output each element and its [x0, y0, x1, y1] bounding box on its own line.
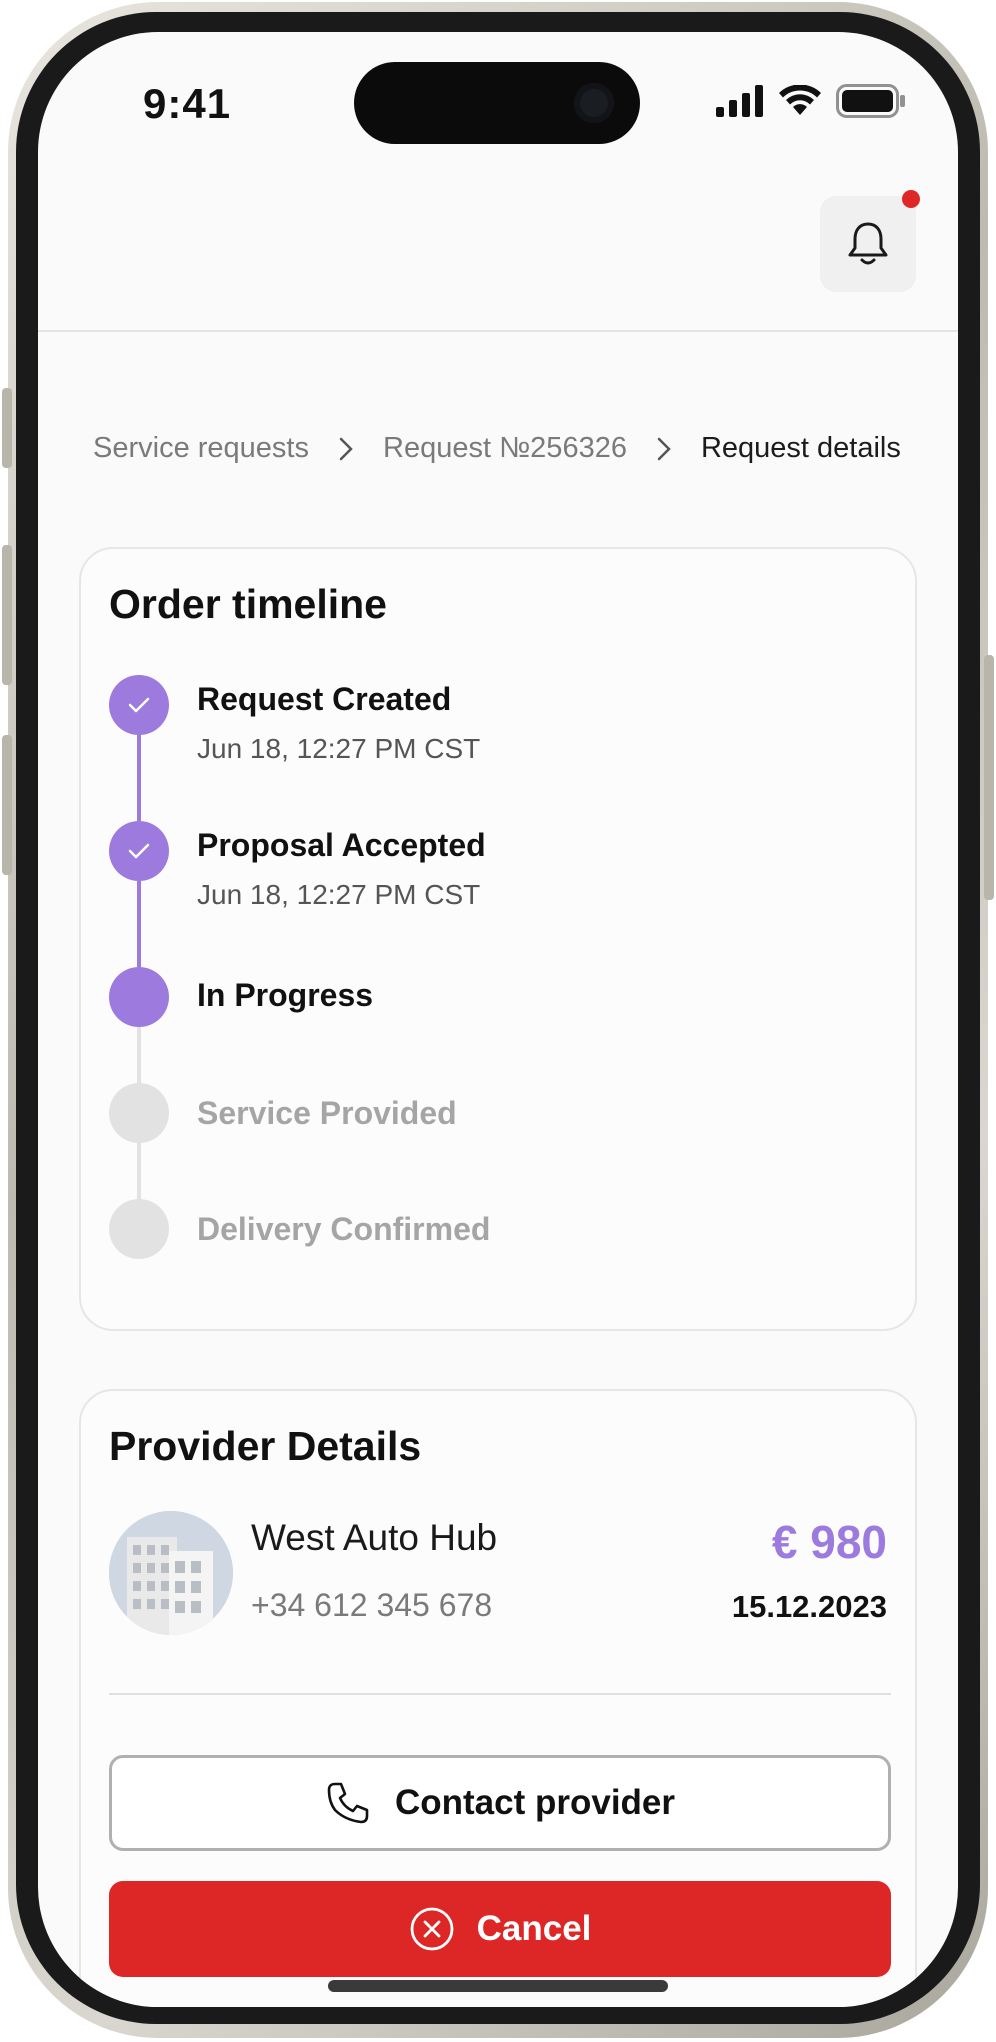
chevron-right-icon: [339, 437, 353, 461]
order-timeline-card: Order timeline Request Created Jun 18, 1…: [79, 547, 917, 1331]
home-indicator[interactable]: [328, 1980, 668, 1992]
check-icon: [109, 675, 169, 735]
breadcrumb-request[interactable]: Request №256326: [383, 432, 627, 465]
provider-details-title: Provider Details: [109, 1423, 422, 1469]
breadcrumb: Service requests Request №256326 Request…: [93, 432, 901, 465]
dynamic-island: [354, 62, 640, 144]
status-time: 9:41: [143, 80, 232, 127]
bell-icon: [848, 222, 888, 265]
check-icon: [109, 821, 169, 881]
power-button: [984, 655, 994, 900]
step-label: Delivery Confirmed: [197, 1211, 491, 1247]
timeline-connector: [137, 1143, 141, 1199]
timeline-connector: [137, 881, 141, 967]
order-price: € 980: [771, 1516, 887, 1568]
step-date: Jun 18, 12:27 PM CST: [197, 733, 481, 764]
contact-provider-label: Contact provider: [394, 1783, 676, 1822]
step-date: Jun 18, 12:27 PM CST: [197, 879, 481, 910]
volume-up-button: [2, 545, 12, 685]
pending-step-indicator: [109, 1199, 169, 1259]
step-label: In Progress: [197, 977, 374, 1013]
screen: 9:41 Service requests Request №256326 Re…: [38, 32, 958, 2007]
breadcrumb-request-details: Request details: [700, 432, 901, 464]
notifications-button[interactable]: [820, 196, 916, 292]
step-label: Proposal Accepted: [197, 827, 486, 863]
notification-badge: [902, 190, 920, 208]
step-label: Service Provided: [197, 1095, 457, 1131]
cellular-signal-icon: [716, 85, 763, 117]
cancel-button[interactable]: Cancel: [109, 1881, 891, 1977]
status-icons: [716, 84, 906, 118]
provider-name: West Auto Hub: [251, 1517, 498, 1558]
step-label: Request Created: [197, 681, 452, 717]
divider: [109, 1693, 891, 1695]
pending-step-indicator: [109, 1083, 169, 1143]
phone-icon: [327, 1782, 369, 1824]
provider-phone: +34 612 345 678: [251, 1587, 493, 1623]
current-step-indicator: [109, 967, 169, 1027]
timeline-connector: [137, 1027, 141, 1083]
order-timeline-title: Order timeline: [109, 581, 387, 627]
battery-icon: [836, 84, 905, 118]
close-circle-icon: [410, 1907, 454, 1951]
volume-down-button: [2, 735, 12, 875]
mute-switch: [2, 388, 12, 468]
breadcrumb-service-requests[interactable]: Service requests: [93, 432, 309, 465]
wifi-icon: [779, 85, 821, 115]
cancel-label: Cancel: [476, 1909, 592, 1948]
header-divider: [38, 330, 958, 332]
provider-avatar: [109, 1511, 233, 1635]
timeline-connector: [137, 735, 141, 821]
contact-provider-button[interactable]: Contact provider: [109, 1755, 891, 1851]
camera-icon: [574, 83, 614, 123]
order-date: 15.12.2023: [731, 1589, 887, 1624]
chevron-right-icon: [657, 437, 671, 461]
provider-details-card: Provider Details West Auto Hub +34 612 3…: [79, 1389, 917, 2007]
